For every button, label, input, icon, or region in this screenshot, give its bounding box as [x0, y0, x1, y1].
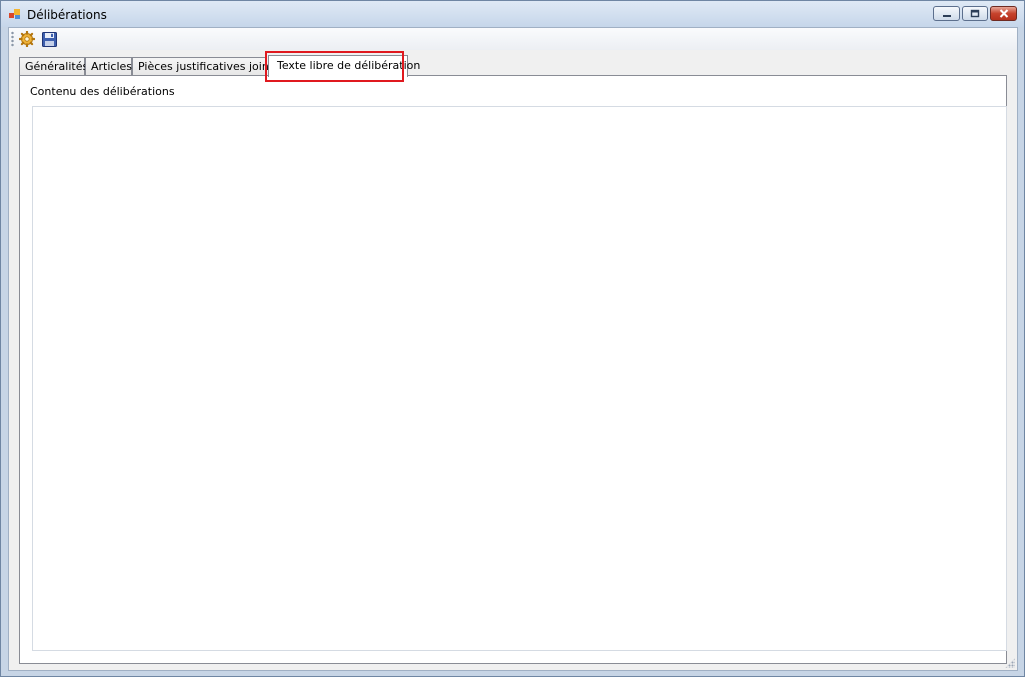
- highlight-annotation: [265, 51, 404, 82]
- app-icon: [9, 9, 20, 19]
- window-client-area: Généralités Articles Pièces justificativ…: [8, 27, 1018, 671]
- save-button[interactable]: [40, 30, 58, 48]
- restore-icon: [970, 9, 980, 18]
- floppy-disk-icon: [41, 31, 57, 47]
- gear-icon: [19, 31, 35, 47]
- close-button[interactable]: [990, 6, 1017, 21]
- tab-articles[interactable]: Articles: [85, 57, 132, 76]
- tab-label: Articles: [91, 60, 133, 73]
- maximize-button[interactable]: [962, 6, 988, 21]
- tab-generalites[interactable]: Généralités: [19, 57, 89, 76]
- window-controls: [933, 6, 1017, 21]
- minimize-button[interactable]: [933, 6, 960, 21]
- tab-label: Généralités: [25, 60, 89, 73]
- tab-label: Pièces justificatives jointes: [138, 60, 286, 73]
- tab-panel: Contenu des délibérations: [19, 75, 1007, 664]
- content-label: Contenu des délibérations: [30, 85, 175, 98]
- window-title: Délibérations: [27, 8, 107, 22]
- tab-pieces-justificatives[interactable]: Pièces justificatives jointes: [132, 57, 286, 76]
- deliberation-text-area[interactable]: [32, 106, 1007, 651]
- app-window: Délibérations Généralités Articles Pièce…: [0, 0, 1025, 677]
- toolbar: [9, 28, 1017, 50]
- toolbar-grip[interactable]: [11, 31, 14, 47]
- title-bar[interactable]: Délibérations: [1, 1, 1024, 27]
- settings-button[interactable]: [18, 30, 36, 48]
- minimize-icon: [942, 14, 951, 17]
- close-icon: [999, 9, 1008, 18]
